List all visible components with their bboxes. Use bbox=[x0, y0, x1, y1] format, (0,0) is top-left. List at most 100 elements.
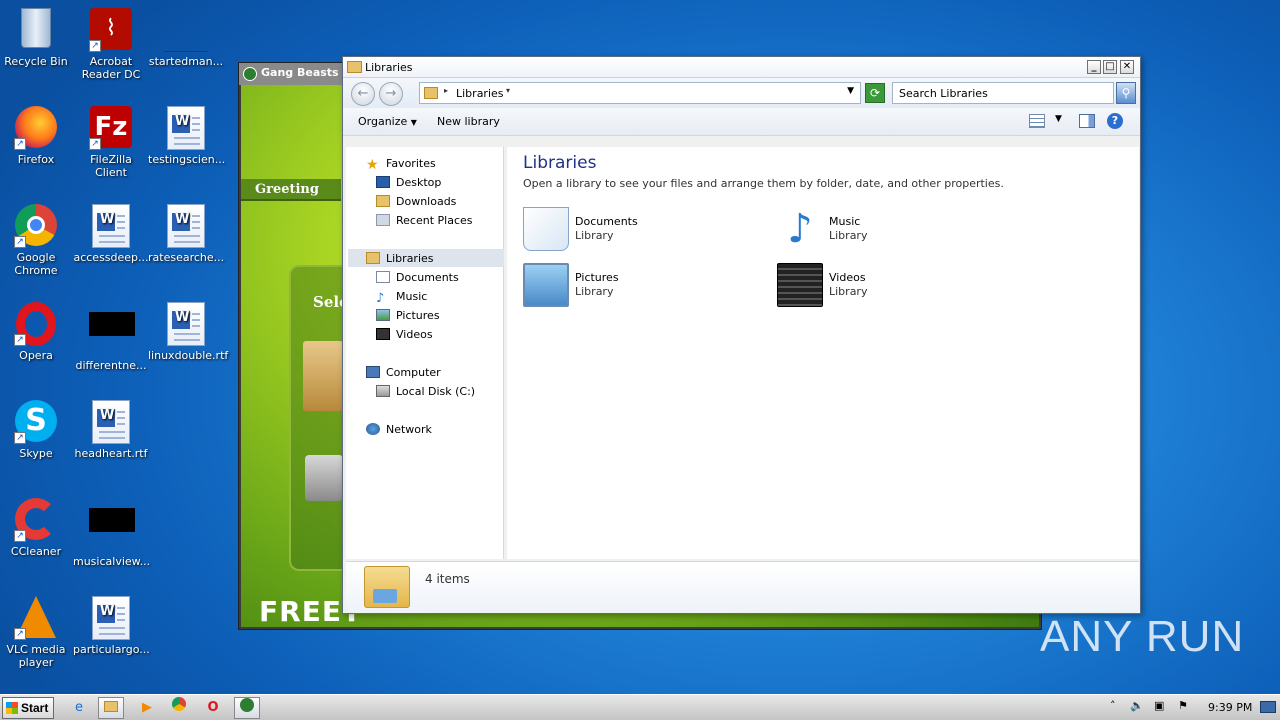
vlc-icon: ↗ bbox=[14, 596, 58, 640]
library-type: Library bbox=[575, 285, 614, 298]
gang-beasts-taskbar-icon[interactable] bbox=[234, 697, 260, 719]
network-tray-icon[interactable]: ▣ bbox=[1154, 699, 1164, 712]
desktop-icon-accessdeep[interactable]: accessdeep... bbox=[73, 204, 149, 264]
preview-pane-icon[interactable] bbox=[1079, 114, 1095, 128]
desktop-icon-ccleaner[interactable]: ↗ CCleaner bbox=[0, 498, 74, 558]
desktop-icon-startedman[interactable]: startedman... bbox=[148, 8, 224, 68]
nav-videos[interactable]: Videos bbox=[376, 326, 433, 344]
desktop-icon-firefox[interactable]: ↗ Firefox bbox=[0, 106, 74, 166]
address-history-dropdown[interactable]: ▼ bbox=[847, 86, 854, 96]
desktop-icon-label: startedman... bbox=[148, 55, 224, 68]
maximize-button[interactable]: □ bbox=[1103, 60, 1117, 74]
clock[interactable]: 9:39 PM bbox=[1208, 701, 1252, 714]
nav-downloads[interactable]: Downloads bbox=[376, 193, 456, 211]
nav-label: Local Disk (C:) bbox=[396, 385, 476, 398]
pictures-library-icon bbox=[523, 263, 569, 307]
back-button[interactable]: ← bbox=[351, 82, 375, 106]
organize-label: Organize bbox=[358, 115, 408, 128]
desktop-icon-filezilla[interactable]: Fz ↗ FileZilla Client bbox=[73, 106, 149, 179]
desktop-icon-label: VLC media player bbox=[6, 643, 66, 669]
desktop-icon-linuxdouble[interactable]: linuxdouble.rtf bbox=[148, 302, 228, 362]
anyrun-watermark: ANY RUN bbox=[1040, 612, 1245, 661]
library-name: Documents bbox=[575, 215, 638, 228]
nav-pictures[interactable]: Pictures bbox=[376, 307, 440, 325]
chevron-down-icon[interactable]: ▾ bbox=[506, 86, 510, 95]
explorer-titlebar[interactable]: Libraries _ □ ✕ bbox=[343, 57, 1140, 78]
new-library-button[interactable]: New library bbox=[437, 115, 500, 128]
recent-places-icon bbox=[376, 214, 390, 226]
page-subtitle: Open a library to see your files and arr… bbox=[523, 177, 1004, 190]
minimize-button[interactable]: _ bbox=[1087, 60, 1101, 74]
explorer-title: Libraries bbox=[365, 61, 413, 74]
ie-icon[interactable]: e bbox=[66, 697, 92, 719]
nav-music[interactable]: ♪ Music bbox=[376, 288, 427, 306]
explorer-window[interactable]: Libraries _ □ ✕ ← → ▸ Libraries ▾ ▼ ⟳ Se… bbox=[342, 56, 1141, 614]
search-icon[interactable]: ⚲ bbox=[1116, 82, 1136, 104]
libraries-icon bbox=[424, 87, 438, 99]
libraries-large-icon bbox=[364, 566, 410, 608]
view-options-dropdown[interactable]: ▼ bbox=[1055, 114, 1062, 124]
desktop-icon-testingscien[interactable]: testingscien... bbox=[148, 106, 225, 166]
explorer-taskbar-icon[interactable] bbox=[98, 697, 124, 719]
nav-libraries[interactable]: Libraries bbox=[366, 250, 434, 268]
desktop-icon-acrobat[interactable]: ⌇ ↗ Acrobat Reader DC bbox=[73, 8, 149, 81]
filezilla-icon: Fz ↗ bbox=[89, 106, 133, 150]
organize-button[interactable]: Organize ▼ bbox=[358, 115, 417, 128]
nav-label: Network bbox=[386, 423, 432, 436]
close-button[interactable]: ✕ bbox=[1120, 60, 1134, 74]
library-pictures[interactable]: Pictures Library bbox=[523, 263, 763, 311]
library-videos[interactable]: Videos Library bbox=[777, 263, 1017, 311]
opera-taskbar-icon[interactable]: O bbox=[200, 697, 226, 719]
desktop-icon-recycle-bin[interactable]: Recycle Bin bbox=[0, 8, 74, 68]
search-input[interactable]: Search Libraries bbox=[892, 82, 1114, 104]
forward-button[interactable]: → bbox=[379, 82, 403, 106]
nav-local-disk[interactable]: Local Disk (C:) bbox=[376, 383, 475, 401]
nav-documents[interactable]: Documents bbox=[376, 269, 459, 287]
chevron-right-icon[interactable]: ▸ bbox=[444, 86, 448, 95]
help-icon[interactable]: ? bbox=[1107, 113, 1123, 129]
desktop-icon-differentne[interactable]: differentne... bbox=[73, 302, 149, 372]
recycle-bin-icon bbox=[14, 8, 58, 52]
desktop-icon-ratesearche[interactable]: ratesearche... bbox=[148, 204, 224, 264]
desktop-icon-label: Opera bbox=[19, 349, 53, 362]
address-box[interactable]: ▸ Libraries ▾ ▼ bbox=[419, 82, 861, 104]
nav-recent-places[interactable]: Recent Places bbox=[376, 212, 473, 230]
desktop-icon-headheart[interactable]: headheart.rtf bbox=[73, 400, 149, 460]
command-bar: Organize ▼ New library ▼ ? bbox=[343, 108, 1140, 136]
nav-label: Music bbox=[396, 290, 428, 303]
desktop-icon-musicalview[interactable]: musicalview... bbox=[73, 498, 150, 568]
star-icon: ★ bbox=[366, 157, 379, 173]
library-music[interactable]: ♪ Music Library bbox=[777, 207, 1017, 255]
desktop-icon-chrome[interactable]: ↗ Google Chrome bbox=[0, 204, 74, 277]
change-view-icon[interactable] bbox=[1029, 114, 1045, 128]
start-button[interactable]: Start bbox=[2, 697, 54, 719]
libraries-folder-icon bbox=[347, 61, 362, 73]
libraries-icon bbox=[366, 252, 380, 264]
network-icon bbox=[366, 423, 380, 435]
show-desktop-icon[interactable] bbox=[1260, 701, 1276, 713]
tray-expand-icon[interactable]: ˄ bbox=[1110, 699, 1116, 712]
nav-computer[interactable]: Computer bbox=[366, 364, 441, 382]
word-doc-icon bbox=[164, 204, 208, 248]
nav-network[interactable]: Network bbox=[366, 421, 432, 439]
nav-label: Downloads bbox=[396, 195, 457, 208]
desktop-icon-opera[interactable]: ↗ Opera bbox=[0, 302, 74, 362]
word-doc-icon bbox=[89, 204, 133, 248]
greeting-tab[interactable]: Greeting bbox=[241, 179, 341, 201]
nav-label: Libraries bbox=[386, 252, 434, 265]
breadcrumb-libraries[interactable]: Libraries bbox=[456, 87, 504, 100]
action-center-flag-icon[interactable]: ⚑ bbox=[1178, 699, 1188, 712]
computer-icon bbox=[366, 366, 380, 378]
refresh-button[interactable]: ⟳ bbox=[865, 83, 885, 103]
chrome-taskbar-icon[interactable] bbox=[166, 697, 192, 719]
desktop-icon-particulargo[interactable]: particulargo... bbox=[73, 596, 150, 656]
nav-desktop[interactable]: Desktop bbox=[376, 174, 441, 192]
desktop-icon-skype[interactable]: S ↗ Skype bbox=[0, 400, 74, 460]
nav-favorites[interactable]: ★ Favorites bbox=[366, 155, 436, 173]
media-player-icon[interactable]: ▶ bbox=[134, 697, 160, 719]
hard-drive-icon bbox=[305, 455, 343, 501]
chevron-down-icon: ▼ bbox=[410, 118, 417, 127]
volume-icon[interactable]: 🔈 bbox=[1130, 699, 1144, 712]
desktop-icon-vlc[interactable]: ↗ VLC media player bbox=[0, 596, 74, 669]
library-documents[interactable]: Documents Library bbox=[523, 207, 763, 255]
